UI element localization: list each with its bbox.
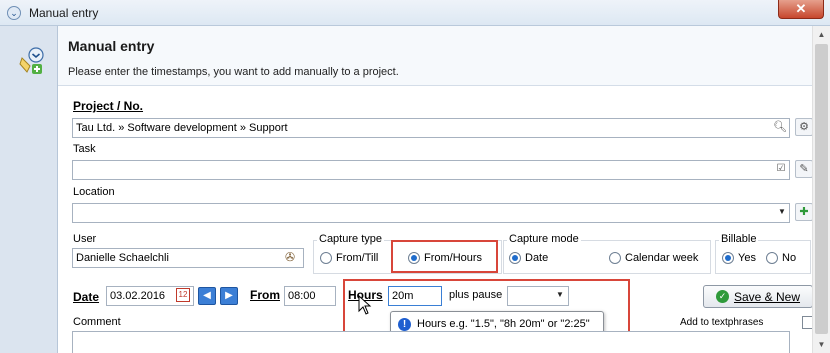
user-field[interactable]: Danielle Schaelchli: [72, 248, 304, 268]
date-label: Date: [73, 290, 100, 304]
task-edit-icon[interactable]: ✎: [795, 160, 813, 178]
manual-entry-icon: [19, 47, 44, 74]
hours-field[interactable]: 20m: [388, 286, 442, 306]
project-label: Project / No.: [73, 99, 144, 113]
capture-type-title: Capture type: [317, 233, 384, 245]
capture-type-fromtill[interactable]: From/Till: [320, 252, 378, 264]
task-field[interactable]: [72, 160, 790, 180]
fromtill-label: From/Till: [336, 252, 379, 264]
close-button[interactable]: ✕: [778, 0, 824, 19]
task-select-icon[interactable]: ☑: [772, 161, 790, 179]
save-check-icon: ✓: [715, 290, 729, 303]
dialog-subtitle: Please enter the timestamps, you want to…: [68, 66, 399, 78]
mouse-cursor-icon: [358, 295, 372, 315]
user-picker-icon[interactable]: ✇: [285, 250, 295, 264]
vertical-scrollbar[interactable]: ▲ ▼: [812, 26, 830, 353]
location-pin-icon[interactable]: ✚: [795, 203, 813, 221]
no-label: No: [782, 252, 797, 264]
dialog-header: Manual entry Please enter the timestamps…: [58, 26, 830, 86]
yes-label: Yes: [738, 252, 756, 264]
window-titlebar: ⌄ Manual entry ✕: [0, 0, 830, 26]
from-label: From: [250, 288, 280, 302]
week-radio[interactable]: [609, 252, 621, 264]
capture-mode-title: Capture mode: [507, 233, 581, 245]
yes-radio[interactable]: [722, 252, 734, 264]
user-label: User: [73, 233, 97, 245]
project-field[interactable]: Tau Ltd. » Software development » Suppor…: [72, 118, 790, 138]
prev-day-icon[interactable]: ◀: [198, 287, 216, 305]
location-label: Location: [73, 186, 115, 198]
info-icon: !: [398, 317, 411, 331]
textphrases-label: Add to textphrases: [680, 317, 764, 328]
no-radio[interactable]: [766, 252, 778, 264]
project-search-icon[interactable]: 🔍︎: [771, 119, 789, 137]
comment-label: Comment: [73, 316, 121, 328]
date-mode-label: Date: [525, 252, 549, 264]
calendar-icon[interactable]: 12: [176, 288, 190, 302]
dialog-title: Manual entry: [68, 38, 155, 54]
billable-yes[interactable]: Yes: [722, 252, 756, 264]
location-dropdown-icon[interactable]: ▼: [778, 207, 786, 216]
location-field[interactable]: [72, 203, 790, 223]
fromhours-highlight: [391, 240, 498, 273]
pause-label: plus pause: [449, 289, 503, 301]
billable-no[interactable]: No: [766, 252, 796, 264]
scroll-up-icon[interactable]: ▲: [813, 26, 830, 43]
side-panel: [0, 26, 58, 353]
save-new-label: Save & New: [733, 289, 801, 304]
pause-dropdown-icon[interactable]: ▼: [556, 290, 564, 299]
week-mode-label: Calendar week: [625, 252, 699, 264]
scroll-down-icon[interactable]: ▼: [813, 336, 830, 353]
scroll-thumb[interactable]: [815, 44, 828, 334]
save-new-button[interactable]: ✓ Save & New: [703, 285, 813, 308]
next-day-icon[interactable]: ▶: [220, 287, 238, 305]
capture-mode-date[interactable]: Date: [509, 252, 548, 264]
billable-title: Billable: [719, 233, 759, 245]
date-radio[interactable]: [509, 252, 521, 264]
capture-mode-week[interactable]: Calendar week: [609, 252, 698, 264]
window-title: Manual entry: [29, 6, 99, 20]
project-settings-icon[interactable]: ⚙: [795, 118, 813, 136]
task-label: Task: [73, 143, 96, 155]
fromtill-radio[interactable]: [320, 252, 332, 264]
tooltip-text: Hours e.g. "1.5", "8h 20m" or "2:25": [417, 318, 590, 330]
from-field[interactable]: 08:00: [284, 286, 336, 306]
comment-field[interactable]: [72, 331, 790, 353]
app-chevron-icon[interactable]: ⌄: [7, 6, 21, 20]
